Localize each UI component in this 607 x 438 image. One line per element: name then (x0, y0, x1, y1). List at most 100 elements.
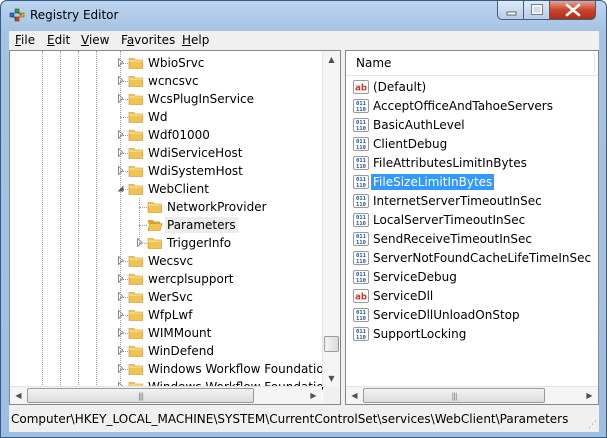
svg-text:110: 110 (356, 126, 366, 132)
value-row[interactable]: 011 110 FileAttributesLimitInBytes (350, 154, 594, 173)
svg-text:110: 110 (356, 221, 366, 227)
expanded-arrow-icon[interactable] (116, 184, 125, 193)
collapsed-arrow-icon[interactable] (116, 94, 125, 103)
tree-item[interactable]: Wdf01000 (10, 126, 325, 144)
collapsed-arrow-icon[interactable] (116, 328, 125, 337)
value-row[interactable]: 011 110 ServerNotFoundCacheLifeTimeInSec (350, 249, 594, 268)
folder-icon (128, 112, 143, 123)
tree-item[interactable]: Parameters (10, 216, 325, 234)
tree-item[interactable]: WerSvc (10, 288, 325, 306)
value-row[interactable]: 011 110 FileSizeLimitInBytes (350, 173, 594, 192)
column-divider[interactable] (594, 54, 595, 72)
value-row[interactable]: 011 110 InternetServerTimeoutInSec (350, 192, 594, 211)
minimize-button[interactable] (497, 1, 524, 20)
value-row[interactable]: 011 110 ServiceDebug (350, 268, 594, 287)
value-row[interactable]: 011 110 AcceptOfficeAndTahoeServers (350, 97, 594, 116)
folder-icon (128, 166, 143, 177)
tree-vscroll-thumb[interactable] (324, 336, 339, 352)
tree-hscroll-thumb[interactable]: ||| (27, 388, 254, 403)
collapsed-arrow-icon[interactable] (116, 274, 125, 283)
tree-item-label: WfpLwf (148, 308, 193, 322)
collapsed-arrow-icon[interactable] (116, 130, 125, 139)
tree-item[interactable]: Wecsvc (10, 252, 325, 270)
collapsed-arrow-icon[interactable] (116, 256, 125, 265)
value-row[interactable]: ab (Default) (350, 78, 594, 97)
collapsed-arrow-icon[interactable] (116, 58, 125, 67)
value-row[interactable]: 011 110 BasicAuthLevel (350, 116, 594, 135)
tree-item[interactable]: WfpLwf (10, 306, 325, 324)
value-name: SupportLocking (373, 327, 467, 341)
folder-icon (128, 184, 143, 195)
tree-item[interactable]: wcncsvc (10, 72, 325, 90)
menu-help[interactable]: Help (182, 33, 209, 47)
folder-icon (128, 76, 143, 87)
maximize-button[interactable] (524, 1, 550, 20)
menu-edit[interactable]: Edit (47, 33, 70, 47)
tree-horizontal-scrollbar[interactable]: ◀ ||| ▶ (10, 386, 322, 404)
collapsed-arrow-icon[interactable] (116, 310, 125, 319)
value-row[interactable]: 011 110 LocalServerTimeoutInSec (350, 211, 594, 230)
tree-item[interactable]: WIMMount (10, 324, 325, 342)
svg-text:110: 110 (356, 145, 366, 151)
menu-view[interactable]: View (81, 33, 109, 47)
tree-item-label: TriggerInfo (167, 236, 232, 250)
value-row[interactable]: 011 110 ClientDebug (350, 135, 594, 154)
tree-item-label: Parameters (165, 217, 238, 233)
tree-item[interactable]: Wd (10, 108, 325, 126)
key-tree[interactable]: WbioSrvc wcncsvc WcsPlugInService Wd Wdf0100… (9, 50, 341, 405)
value-row[interactable]: 011 110 SendReceiveTimeoutInSec (350, 230, 594, 249)
tree-item[interactable]: WinDefend (10, 342, 325, 360)
svg-text:110: 110 (356, 240, 366, 246)
window-title: Registry Editor (30, 8, 119, 22)
folder-icon (128, 130, 143, 141)
tree-item[interactable]: Windows Workflow Foundation 3 (10, 360, 340, 378)
collapsed-arrow-icon[interactable] (116, 148, 125, 157)
binary-value-icon: 011110 (353, 308, 369, 322)
tree-item[interactable]: NetworkProvider (10, 198, 325, 216)
column-header-name[interactable]: Name (346, 51, 598, 76)
binary-value-icon: 011110 (353, 175, 369, 189)
value-list[interactable]: Name ab (Default) 011 110 AcceptOfficeAndTah… (345, 50, 599, 405)
tree-item-label: wcncsvc (148, 74, 199, 88)
tree-item[interactable]: TriggerInfo (10, 234, 325, 252)
collapsed-arrow-icon[interactable] (116, 76, 125, 85)
menu-file[interactable]: File (15, 33, 35, 47)
value-row[interactable]: 011 110 ServiceDllUnloadOnStop (350, 306, 594, 325)
tree-item[interactable]: WebClient (10, 180, 325, 198)
title-bar[interactable]: Registry Editor (1, 1, 606, 31)
folder-icon (147, 238, 162, 249)
svg-text:110: 110 (356, 316, 366, 322)
tree-item[interactable]: WbioSrvc (10, 54, 325, 72)
list-hscroll-thumb[interactable]: ||| (363, 388, 545, 403)
menu-favorites[interactable]: Favorites (121, 33, 175, 47)
scroll-down-button[interactable]: ▼ (323, 370, 340, 387)
value-name: BasicAuthLevel (373, 118, 465, 132)
value-name: ServiceDll (373, 289, 434, 303)
collapsed-arrow-icon[interactable] (135, 238, 144, 247)
scroll-up-button[interactable]: ▲ (323, 51, 340, 68)
collapsed-arrow-icon[interactable] (116, 346, 125, 355)
scroll-right-button[interactable]: ▶ (305, 387, 322, 404)
scroll-left-button[interactable]: ◀ (346, 387, 363, 404)
collapsed-arrow-icon[interactable] (116, 166, 125, 175)
close-button[interactable] (550, 1, 596, 20)
svg-text:110: 110 (356, 183, 366, 189)
size-grip-icon[interactable]: ⋰ (588, 420, 597, 430)
tree-item[interactable]: WdiServiceHost (10, 144, 325, 162)
tree-item[interactable]: WdiSystemHost (10, 162, 325, 180)
binary-value-icon: 011110 (353, 194, 369, 208)
svg-text:110: 110 (356, 259, 366, 265)
collapsed-arrow-icon[interactable] (116, 292, 125, 301)
column-header-label: Name (356, 56, 392, 70)
value-row[interactable]: ab ServiceDll (350, 287, 594, 306)
svg-text:110: 110 (356, 202, 366, 208)
tree-vertical-scrollbar[interactable]: ▲ ▼ (322, 51, 340, 387)
list-horizontal-scrollbar[interactable]: ◀ ||| ▶ (346, 386, 598, 404)
grip-icon: ||| (451, 391, 457, 400)
collapsed-arrow-icon[interactable] (116, 364, 125, 373)
tree-item[interactable]: wercplsupport (10, 270, 325, 288)
scroll-right-button[interactable]: ▶ (581, 387, 598, 404)
tree-item[interactable]: WcsPlugInService (10, 90, 325, 108)
value-row[interactable]: 011 110 SupportLocking (350, 325, 594, 344)
scroll-left-button[interactable]: ◀ (10, 387, 27, 404)
